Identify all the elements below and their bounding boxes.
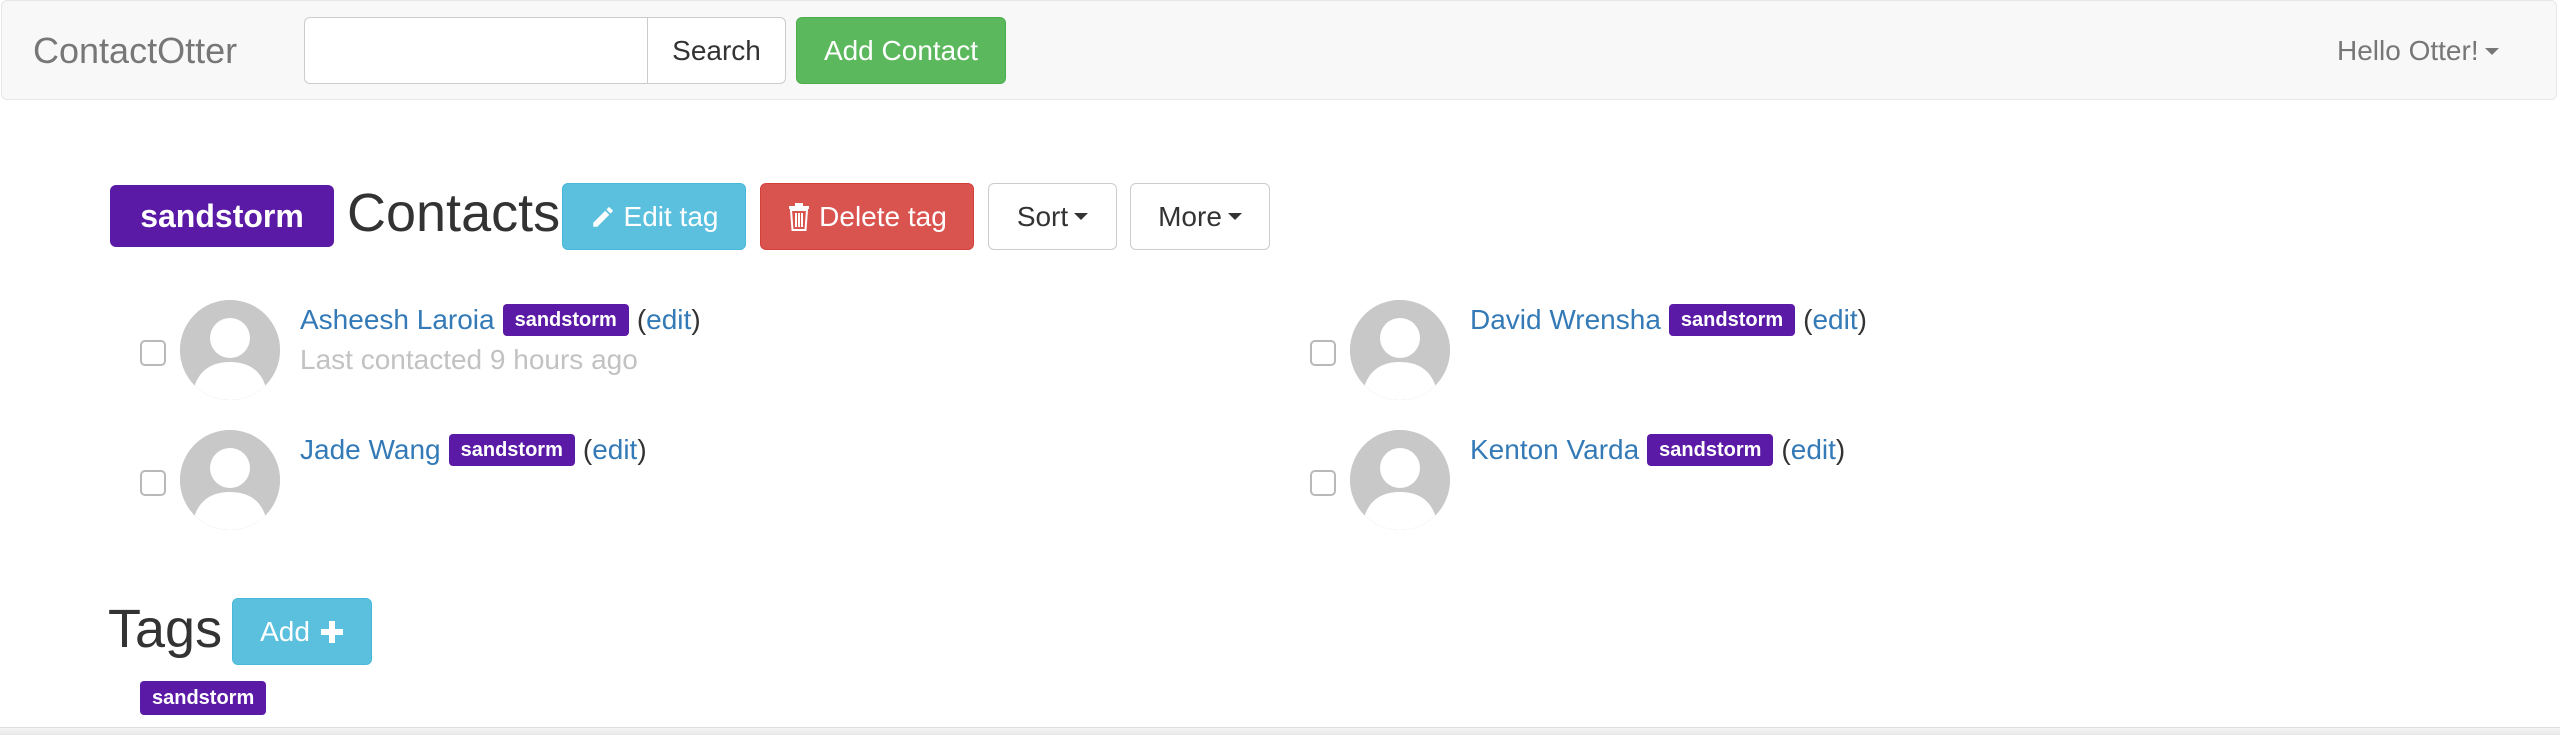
close-paren: ) <box>691 304 701 335</box>
add-tag-label: Add <box>260 615 310 647</box>
caret-down-icon <box>2484 47 2499 55</box>
plus-icon <box>320 620 344 644</box>
tag-list-item[interactable]: sandstorm <box>140 681 267 715</box>
contact-name-link[interactable]: Jade Wang <box>300 434 441 466</box>
edit-contact-link[interactable]: edit <box>592 434 637 466</box>
user-menu-label: Hello Otter! <box>2337 35 2479 66</box>
more-label: More <box>1158 200 1222 232</box>
add-tag-button[interactable]: Add <box>232 598 372 665</box>
close-paren: ) <box>1857 304 1867 335</box>
edit-tag-button[interactable]: Edit tag <box>562 183 746 250</box>
caret-down-icon <box>1227 213 1242 220</box>
contact-tag-label[interactable]: sandstorm <box>1668 304 1796 336</box>
search-button[interactable]: Search <box>647 17 786 84</box>
open-paren: ( <box>1781 434 1791 465</box>
current-tag-label: sandstorm <box>110 185 334 247</box>
contact-name-link[interactable]: Asheesh Laroia <box>300 304 495 336</box>
open-paren: ( <box>582 434 593 465</box>
contact-card: Kenton Varda sandstorm (edit) <box>1280 430 2280 540</box>
open-paren: ( <box>1803 304 1813 335</box>
close-paren: ) <box>637 434 647 465</box>
edit-contact-link[interactable]: edit <box>646 304 691 336</box>
contact-name-link[interactable]: David Wrensha <box>1470 304 1661 336</box>
delete-tag-label: Delete tag <box>819 200 947 232</box>
search-input[interactable] <box>304 17 648 84</box>
edit-contact-link[interactable]: edit <box>1812 304 1857 336</box>
edit-tag-label: Edit tag <box>623 200 719 232</box>
page-title: Contacts <box>347 183 561 243</box>
contact-card: David Wrensha sandstorm (edit) <box>1280 300 2280 410</box>
delete-tag-button[interactable]: Delete tag <box>760 183 974 250</box>
contact-card: Asheesh Laroia sandstorm (edit) Last con… <box>110 300 1110 410</box>
open-paren: ( <box>636 304 647 335</box>
contact-select-checkbox[interactable] <box>140 340 166 366</box>
contact-select-checkbox[interactable] <box>1310 340 1336 366</box>
default-avatar-icon[interactable] <box>180 300 280 400</box>
close-paren: ) <box>1835 434 1846 465</box>
trash-icon <box>787 202 811 231</box>
contact-card: Jade Wang sandstorm (edit) <box>110 430 1110 540</box>
user-menu-dropdown[interactable]: Hello Otter! <box>2337 1 2499 101</box>
last-contacted-text: Last contacted 9 hours ago <box>300 344 638 375</box>
default-avatar-icon[interactable] <box>1350 430 1450 530</box>
default-avatar-icon[interactable] <box>180 430 280 530</box>
brand-logo[interactable]: ContactOtter <box>33 1 237 101</box>
more-dropdown-button[interactable]: More <box>1130 183 1270 250</box>
contact-name-link[interactable]: Kenton Varda <box>1470 434 1639 466</box>
contact-select-checkbox[interactable] <box>140 470 166 496</box>
edit-contact-link[interactable]: edit <box>1791 434 1836 466</box>
contact-tag-label[interactable]: sandstorm <box>502 304 629 336</box>
sort-dropdown-button[interactable]: Sort <box>988 183 1117 250</box>
contact-select-checkbox[interactable] <box>1310 470 1336 496</box>
navbar: ContactOtter Search Add Contact Hello Ot… <box>1 0 2557 100</box>
contact-tag-label[interactable]: sandstorm <box>1647 434 1774 466</box>
caret-down-icon <box>1074 213 1089 220</box>
contact-tag-label[interactable]: sandstorm <box>448 434 575 466</box>
sort-label: Sort <box>1016 200 1069 232</box>
pencil-icon <box>590 204 616 230</box>
default-avatar-icon[interactable] <box>1350 300 1450 400</box>
add-contact-button[interactable]: Add Contact <box>796 17 1006 84</box>
tags-section-title: Tags <box>108 599 223 659</box>
